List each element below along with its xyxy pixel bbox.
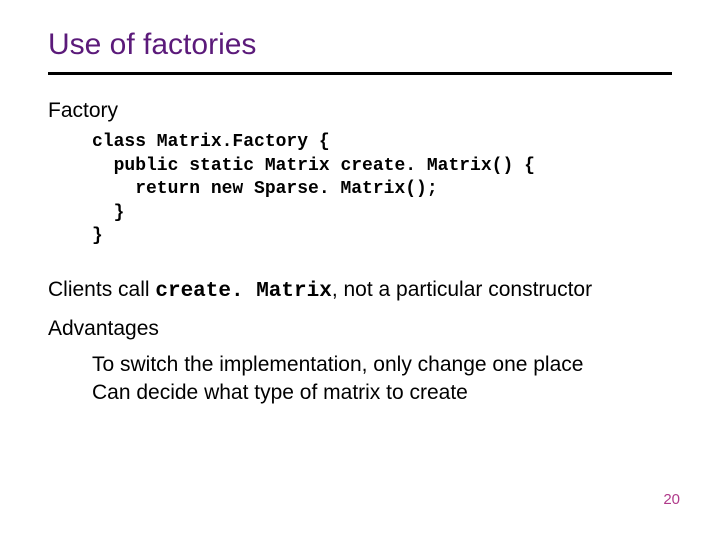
clients-prefix: Clients call [48, 278, 155, 301]
title-underline [48, 72, 672, 75]
slide-title: Use of factories [48, 28, 672, 66]
advantage-item-2: Can decide what type of matrix to create [92, 379, 672, 407]
page-number: 20 [663, 491, 680, 508]
advantage-item-1: To switch the implementation, only chang… [92, 351, 672, 379]
slide: Use of factories Factory class Matrix.Fa… [0, 0, 720, 540]
clients-suffix: , not a particular constructor [332, 278, 592, 301]
code-block: class Matrix.Factory { public static Mat… [92, 131, 672, 248]
clients-code: create. Matrix [155, 280, 331, 303]
section-label-factory: Factory [48, 97, 672, 125]
advantages-label: Advantages [48, 315, 672, 343]
clients-line: Clients call create. Matrix, not a parti… [48, 276, 672, 306]
slide-body: Factory class Matrix.Factory { public st… [48, 97, 672, 408]
